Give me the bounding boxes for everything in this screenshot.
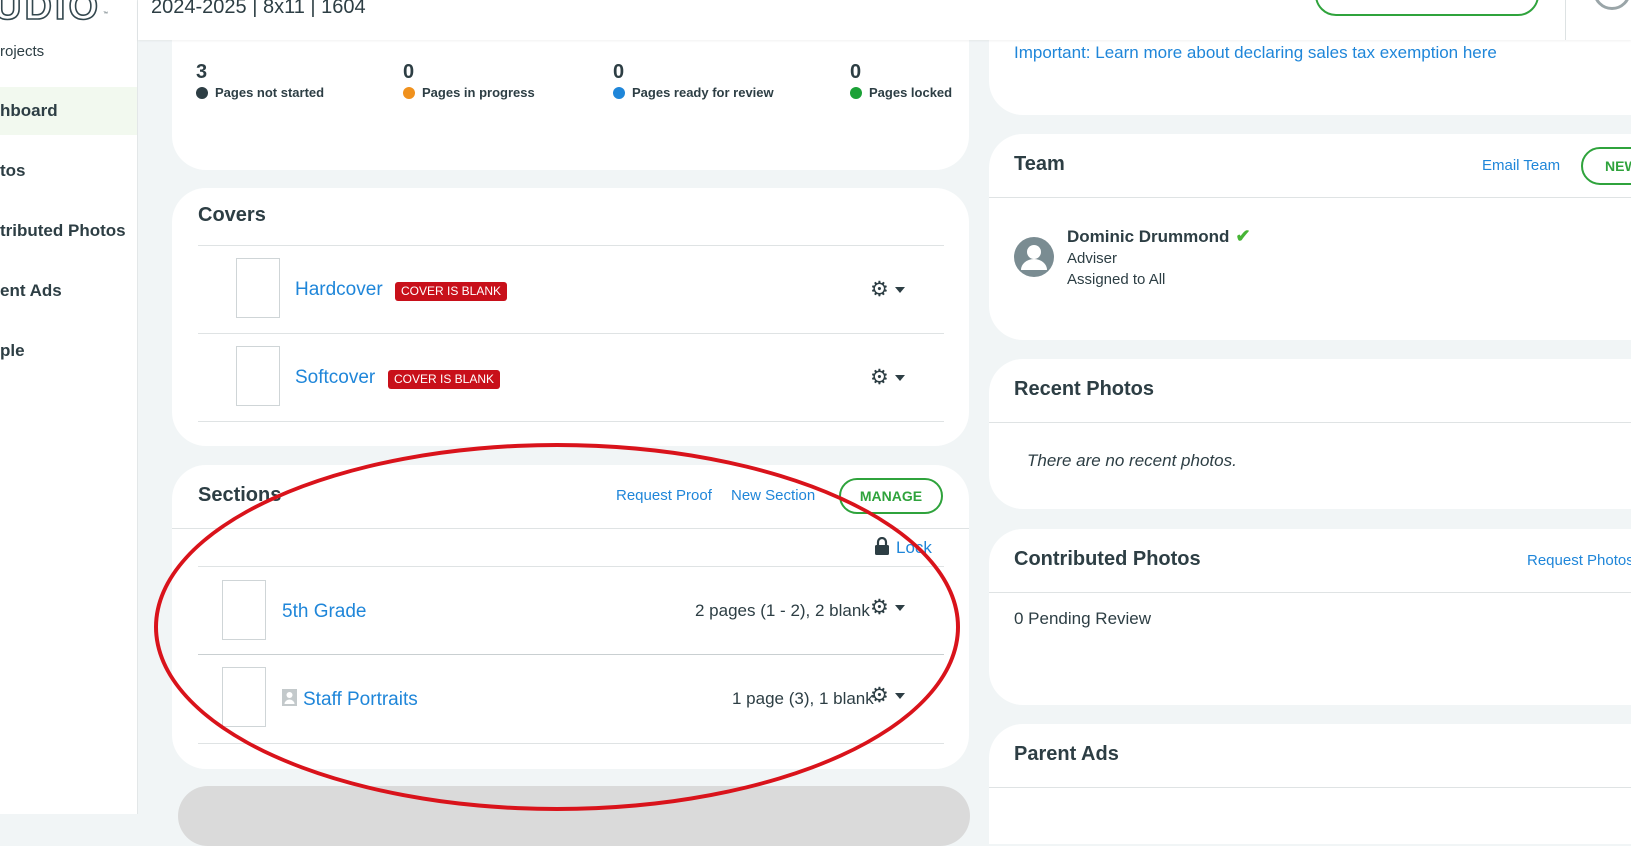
email-team-link[interactable]: Email Team bbox=[1482, 157, 1560, 174]
parent-ads-card: Parent Ads bbox=[989, 724, 1631, 844]
recent-photos-card: Recent Photos There are no recent photos… bbox=[989, 359, 1631, 509]
divider bbox=[172, 528, 969, 529]
status-dot-icon bbox=[196, 86, 208, 99]
divider bbox=[198, 654, 944, 655]
nav-projects-link[interactable]: rojects bbox=[0, 43, 44, 60]
gear-icon: ⚙ bbox=[870, 366, 889, 389]
top-divider bbox=[1565, 0, 1566, 40]
member-assignment: Assigned to All bbox=[1067, 271, 1166, 288]
section-options-gear[interactable]: ⚙ bbox=[870, 596, 905, 619]
cover-thumbnail[interactable] bbox=[236, 258, 280, 318]
divider bbox=[198, 333, 944, 334]
cover-link-softcover[interactable]: Softcover bbox=[295, 367, 375, 389]
divider bbox=[989, 197, 1631, 198]
sections-card: Sections Request Proof New Section MANAG… bbox=[172, 465, 969, 769]
avatar-icon bbox=[1014, 237, 1054, 277]
divider bbox=[198, 566, 944, 567]
section-page-count: 2 pages (1 - 2), 2 blank bbox=[695, 601, 870, 620]
contributed-photos-card: Contributed Photos Request Photos 0 Pend… bbox=[989, 529, 1631, 705]
check-icon: ✔ bbox=[1235, 226, 1251, 246]
user-avatar-icon[interactable] bbox=[1593, 0, 1631, 10]
gear-icon: ⚙ bbox=[870, 684, 889, 707]
new-section-link[interactable]: New Section bbox=[731, 487, 815, 504]
stat-label: Pages ready for review bbox=[632, 85, 774, 100]
contributed-photos-title: Contributed Photos bbox=[1014, 548, 1201, 570]
stat-label: Pages locked bbox=[869, 85, 953, 100]
stat-label: Pages in progress bbox=[422, 85, 535, 100]
status-badge: COVER IS BLANK bbox=[395, 282, 508, 301]
member-role: Adviser bbox=[1067, 250, 1118, 267]
stat-count: 0 bbox=[850, 61, 862, 83]
member-name: Dominic Drummond bbox=[1067, 226, 1230, 246]
sidebar-item-people[interactable]: ple bbox=[0, 327, 137, 375]
team-title: Team bbox=[1014, 153, 1065, 175]
portrait-icon bbox=[282, 689, 297, 706]
divider bbox=[198, 245, 944, 246]
team-card: Team Email Team NEW Dominic Drummond ✔ A… bbox=[989, 134, 1631, 340]
divider bbox=[198, 743, 944, 744]
divider bbox=[989, 592, 1631, 593]
status-dot-icon bbox=[403, 86, 415, 99]
chevron-down-icon bbox=[894, 693, 905, 699]
cover-options-gear[interactable]: ⚙ bbox=[870, 366, 905, 389]
cover-link-hardcover[interactable]: Hardcover bbox=[295, 279, 383, 301]
sidebar-item-dashboard[interactable]: hboard bbox=[0, 87, 137, 135]
manage-button[interactable]: MANAGE bbox=[839, 478, 943, 514]
stat-count: 3 bbox=[196, 61, 208, 83]
stat-locked: 0 Pages locked bbox=[850, 61, 952, 100]
request-photos-link[interactable]: Request Photos bbox=[1527, 552, 1631, 569]
status-badge: COVER IS BLANK bbox=[388, 370, 501, 389]
section-link-staff-portraits[interactable]: Staff Portraits bbox=[303, 689, 418, 711]
divider bbox=[989, 422, 1631, 423]
lock-link[interactable]: Lock bbox=[896, 538, 932, 558]
status-dot-icon bbox=[850, 86, 862, 99]
new-team-member-button[interactable]: NEW bbox=[1581, 147, 1631, 185]
sidebar-item-photos[interactable]: tos bbox=[0, 147, 137, 195]
empty-state-text: There are no recent photos. bbox=[1027, 451, 1237, 470]
divider bbox=[989, 787, 1631, 788]
next-card-partial bbox=[178, 786, 970, 846]
section-page-count: 1 page (3), 1 blank bbox=[732, 689, 874, 708]
stat-ready-for-review: 0 Pages ready for review bbox=[613, 61, 774, 100]
request-proof-link[interactable]: Request Proof bbox=[616, 487, 712, 504]
progress-card: 3 Pages not started 0 Pages in progress … bbox=[172, 0, 969, 170]
section-thumbnail[interactable] bbox=[222, 667, 266, 727]
pending-review-count: 0 Pending Review bbox=[1014, 609, 1152, 628]
sections-title: Sections bbox=[198, 484, 282, 506]
stat-label: Pages not started bbox=[215, 85, 325, 100]
chevron-down-icon bbox=[894, 605, 905, 611]
chevron-down-icon bbox=[894, 375, 905, 381]
section-link-5th-grade[interactable]: 5th Grade bbox=[282, 601, 367, 623]
gear-icon: ⚙ bbox=[870, 278, 889, 301]
stat-in-progress: 0 Pages in progress bbox=[403, 61, 535, 100]
cover-options-gear[interactable]: ⚙ bbox=[870, 278, 905, 301]
tax-exemption-link[interactable]: Important: Learn more about declaring sa… bbox=[1014, 43, 1497, 63]
recent-photos-title: Recent Photos bbox=[1014, 378, 1155, 400]
section-options-gear[interactable]: ⚙ bbox=[870, 684, 905, 707]
project-info: 2024-2025 | 8x11 | 1604 bbox=[151, 0, 366, 18]
parent-ads-title: Parent Ads bbox=[1014, 743, 1119, 765]
divider bbox=[198, 421, 944, 422]
sidebar-item-contributed-photos[interactable]: tributed Photos bbox=[0, 207, 137, 255]
lock-icon bbox=[875, 537, 889, 555]
sidebar-item-parent-ads[interactable]: ent Ads bbox=[0, 267, 137, 315]
covers-title: Covers bbox=[198, 204, 266, 226]
sidebar: UDIO ™ rojects hboard tos tributed Photo… bbox=[0, 0, 138, 814]
logo-trademark: ™ bbox=[103, 11, 108, 17]
chevron-down-icon bbox=[894, 287, 905, 293]
cover-thumbnail[interactable] bbox=[236, 346, 280, 406]
top-bar: 2024-2025 | 8x11 | 1604 bbox=[138, 0, 1631, 40]
status-dot-icon bbox=[613, 86, 625, 99]
stat-count: 0 bbox=[403, 61, 415, 83]
gear-icon: ⚙ bbox=[870, 596, 889, 619]
stat-not-started: 3 Pages not started bbox=[196, 61, 324, 100]
stat-count: 0 bbox=[613, 61, 625, 83]
app-logo: UDIO bbox=[0, 0, 101, 29]
section-thumbnail[interactable] bbox=[222, 580, 266, 640]
covers-card: Covers Hardcover COVER IS BLANK ⚙ Softco… bbox=[172, 188, 969, 446]
top-action-button[interactable] bbox=[1315, 0, 1539, 16]
